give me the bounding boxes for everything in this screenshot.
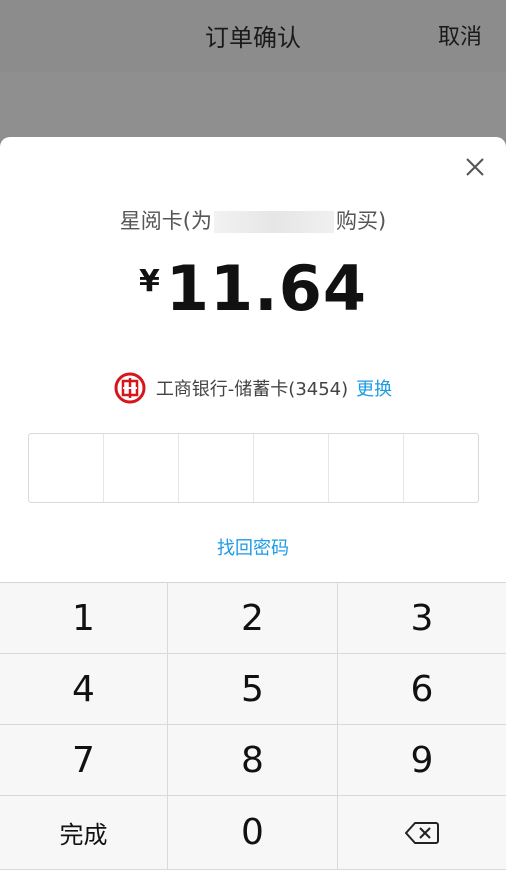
product-suffix: 购买) — [336, 209, 387, 233]
password-digit-cell — [329, 434, 404, 502]
key-5[interactable]: 5 — [168, 654, 338, 725]
icbc-logo-icon — [114, 372, 146, 404]
password-digit-cell — [404, 434, 478, 502]
numeric-keypad: 1 2 3 4 5 6 7 8 9 完成 0 — [0, 582, 506, 870]
password-digit-cell — [254, 434, 329, 502]
key-0[interactable]: 0 — [168, 796, 338, 870]
key-7[interactable]: 7 — [0, 725, 168, 796]
done-key[interactable]: 完成 — [0, 796, 168, 870]
password-digit-cell — [104, 434, 179, 502]
cancel-button[interactable]: 取消 — [438, 0, 482, 72]
payment-method-row: 工商银行-储蓄卡(3454) 更换 — [0, 371, 506, 405]
amount-value: 11.64 — [165, 252, 367, 325]
backspace-icon — [405, 821, 439, 844]
key-4[interactable]: 4 — [0, 654, 168, 725]
close-icon[interactable] — [464, 156, 486, 178]
page-title: 订单确认 — [205, 24, 301, 52]
backspace-key[interactable] — [338, 796, 506, 870]
key-1[interactable]: 1 — [0, 583, 168, 654]
password-input[interactable] — [28, 433, 479, 503]
change-card-link[interactable]: 更换 — [356, 375, 392, 401]
key-6[interactable]: 6 — [338, 654, 506, 725]
key-8[interactable]: 8 — [168, 725, 338, 796]
forgot-password-link[interactable]: 找回密码 — [0, 534, 506, 560]
key-3[interactable]: 3 — [338, 583, 506, 654]
product-prefix: 星阅卡(为 — [119, 209, 212, 233]
amount-row: ¥11.64 — [0, 252, 506, 325]
currency-symbol: ¥ — [139, 264, 160, 299]
redacted-mask — [214, 211, 334, 233]
bank-card-label: 工商银行-储蓄卡(3454) — [155, 379, 349, 400]
key-9[interactable]: 9 — [338, 725, 506, 796]
key-2[interactable]: 2 — [168, 583, 338, 654]
product-name: 星阅卡(为 购买) — [0, 205, 506, 235]
password-digit-cell — [179, 434, 254, 502]
password-digit-cell — [29, 434, 104, 502]
